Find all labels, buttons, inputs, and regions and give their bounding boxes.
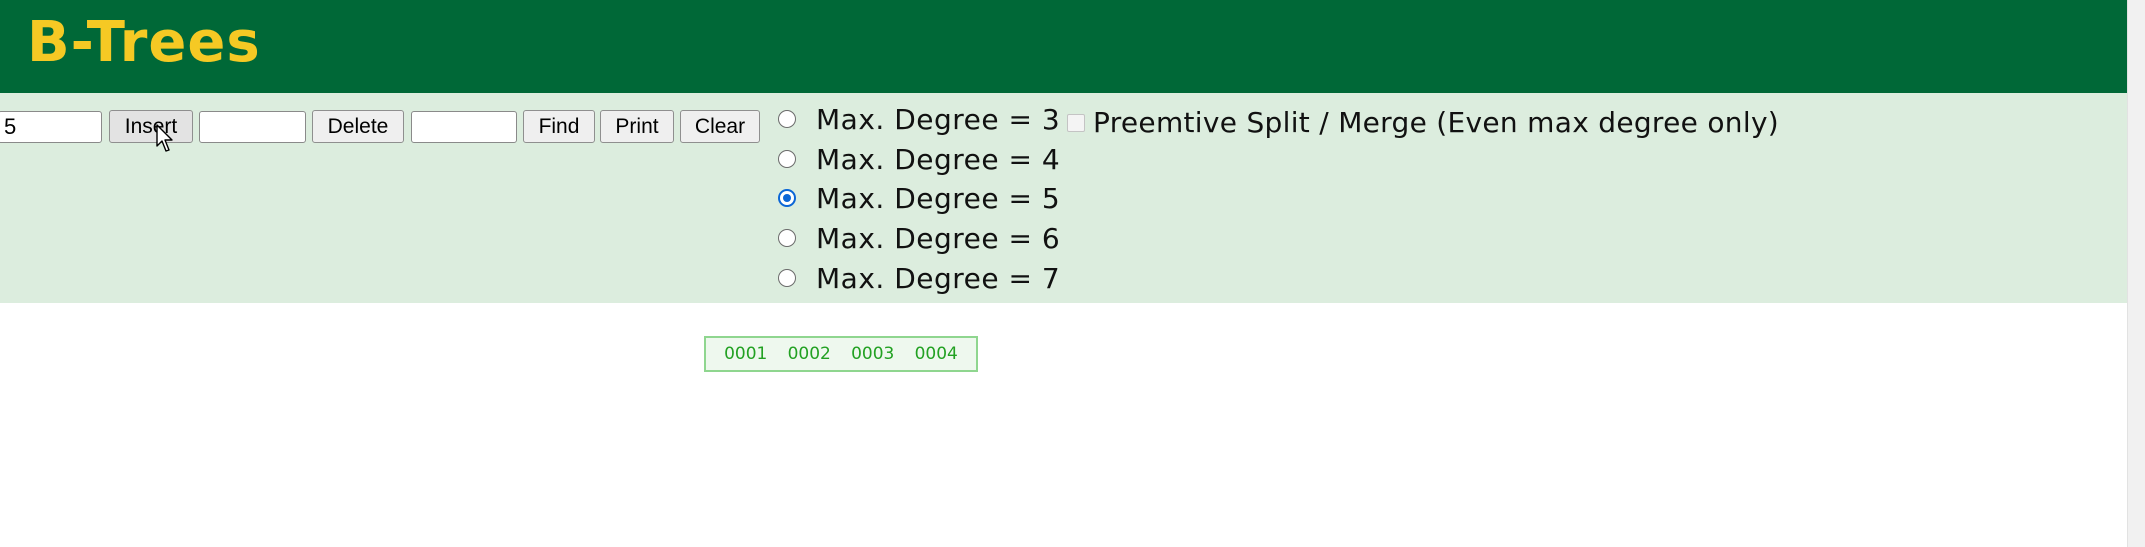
print-button[interactable]: Print bbox=[600, 110, 674, 143]
degree-4-radio[interactable] bbox=[778, 150, 796, 168]
degree-3-label: Max. Degree = 3 bbox=[816, 102, 1061, 136]
degree-option-6[interactable]: Max. Degree = 6 bbox=[778, 220, 1060, 256]
mouse-cursor-icon bbox=[156, 124, 173, 152]
degree-option-5[interactable]: Max. Degree = 5 bbox=[778, 180, 1060, 216]
degree-6-label: Max. Degree = 6 bbox=[816, 221, 1061, 255]
insert-input[interactable] bbox=[0, 111, 102, 143]
delete-button[interactable]: Delete bbox=[312, 110, 404, 143]
delete-input[interactable] bbox=[199, 111, 306, 143]
degree-7-label: Max. Degree = 7 bbox=[816, 261, 1061, 295]
page-title: B-Trees bbox=[27, 10, 261, 75]
insert-button[interactable]: Insert bbox=[109, 110, 193, 143]
degree-3-radio[interactable] bbox=[778, 110, 796, 128]
degree-option-7[interactable]: Max. Degree = 7 bbox=[778, 260, 1060, 296]
btree-root-node: 0001 0002 0003 0004 bbox=[704, 336, 978, 372]
degree-4-label: Max. Degree = 4 bbox=[816, 142, 1061, 176]
degree-5-label: Max. Degree = 5 bbox=[816, 181, 1061, 215]
degree-7-radio[interactable] bbox=[778, 269, 796, 287]
find-input[interactable] bbox=[411, 111, 517, 143]
degree-option-4[interactable]: Max. Degree = 4 bbox=[778, 141, 1060, 177]
degree-5-radio[interactable] bbox=[778, 189, 796, 207]
find-button[interactable]: Find bbox=[523, 110, 595, 143]
node-key: 0001 bbox=[724, 344, 768, 364]
node-key: 0003 bbox=[851, 344, 895, 364]
clear-button[interactable]: Clear bbox=[680, 110, 760, 143]
degree-option-3[interactable]: Max. Degree = 3 bbox=[778, 101, 1060, 137]
page-header: B-Trees bbox=[0, 0, 2127, 93]
vertical-scrollbar[interactable] bbox=[2127, 0, 2145, 547]
node-key: 0004 bbox=[914, 344, 958, 364]
preemptive-checkbox[interactable] bbox=[1067, 114, 1085, 132]
node-key: 0002 bbox=[787, 344, 831, 364]
degree-6-radio[interactable] bbox=[778, 229, 796, 247]
preemptive-label: Preemtive Split / Merge (Even max degree… bbox=[1093, 106, 1780, 139]
